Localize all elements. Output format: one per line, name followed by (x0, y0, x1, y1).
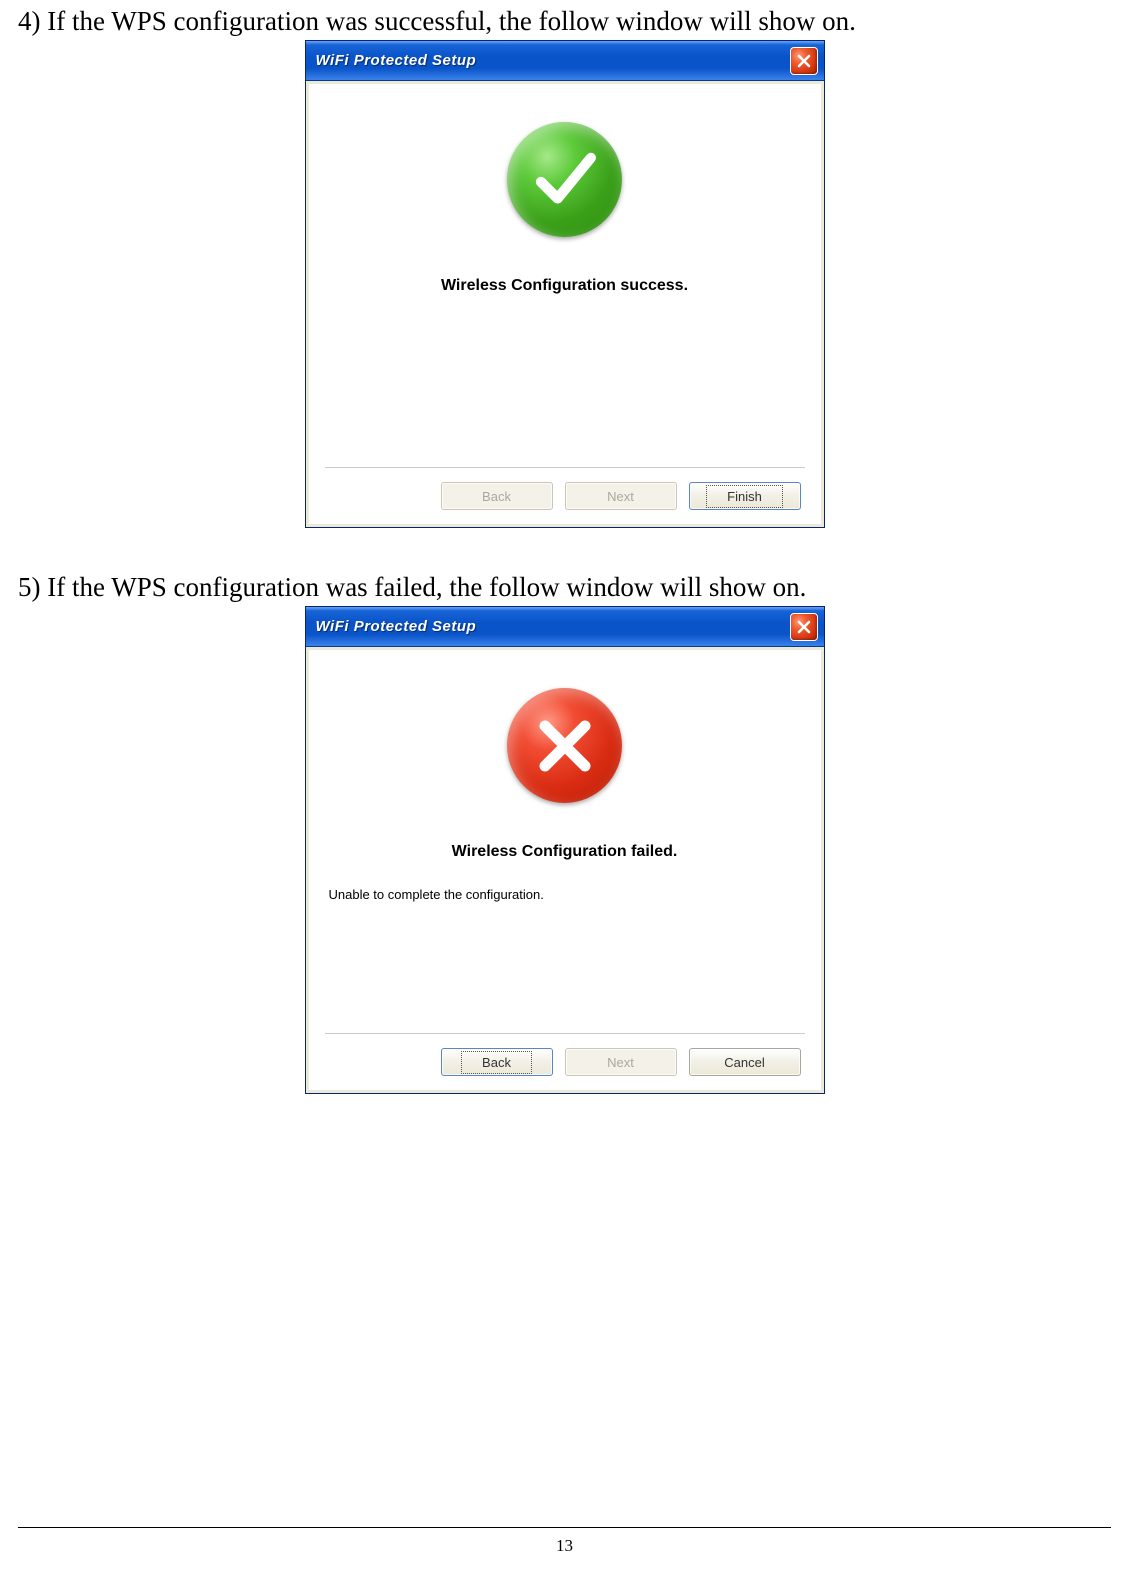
titlebar[interactable]: WiFi Protected Setup (306, 41, 824, 81)
cancel-button[interactable]: Cancel (689, 1048, 801, 1076)
fail-dialog-container: WiFi Protected Setup Wireless Configurat… (0, 606, 1129, 1094)
next-button: Next (565, 1048, 677, 1076)
fail-icon (507, 688, 622, 803)
button-row: Back Next Cancel (327, 1046, 803, 1084)
cross-icon (533, 714, 597, 778)
separator (325, 467, 805, 468)
wps-fail-dialog: WiFi Protected Setup Wireless Configurat… (305, 606, 825, 1094)
status-message: Wireless Configuration failed. (327, 843, 803, 861)
close-icon (796, 619, 812, 635)
step-5-text: 5) If the WPS configuration was failed, … (18, 570, 1111, 605)
button-row: Back Next Finish (327, 480, 803, 518)
checkmark-icon (528, 143, 602, 217)
page-number: 13 (0, 1536, 1129, 1556)
footer-separator (18, 1527, 1111, 1528)
close-icon (796, 53, 812, 69)
back-button: Back (441, 482, 553, 510)
close-button[interactable] (790, 47, 818, 75)
status-message: Wireless Configuration success. (327, 277, 803, 295)
success-dialog-container: WiFi Protected Setup Wireless Configurat… (0, 40, 1129, 528)
back-button[interactable]: Back (441, 1048, 553, 1076)
success-icon (507, 122, 622, 237)
next-button: Next (565, 482, 677, 510)
dialog-content: Wireless Configuration success. Back Nex… (309, 84, 821, 524)
separator (325, 1033, 805, 1034)
status-icon-row (327, 122, 803, 237)
wps-success-dialog: WiFi Protected Setup Wireless Configurat… (305, 40, 825, 528)
window-title: WiFi Protected Setup (316, 52, 790, 69)
close-button[interactable] (790, 613, 818, 641)
dialog-content: Wireless Configuration failed. Unable to… (309, 650, 821, 1090)
detail-message: Unable to complete the configuration. (327, 887, 803, 902)
window-title: WiFi Protected Setup (316, 618, 790, 635)
status-icon-row (327, 688, 803, 803)
titlebar[interactable]: WiFi Protected Setup (306, 607, 824, 647)
step-4-text: 4) If the WPS configuration was successf… (18, 4, 1111, 39)
finish-button[interactable]: Finish (689, 482, 801, 510)
